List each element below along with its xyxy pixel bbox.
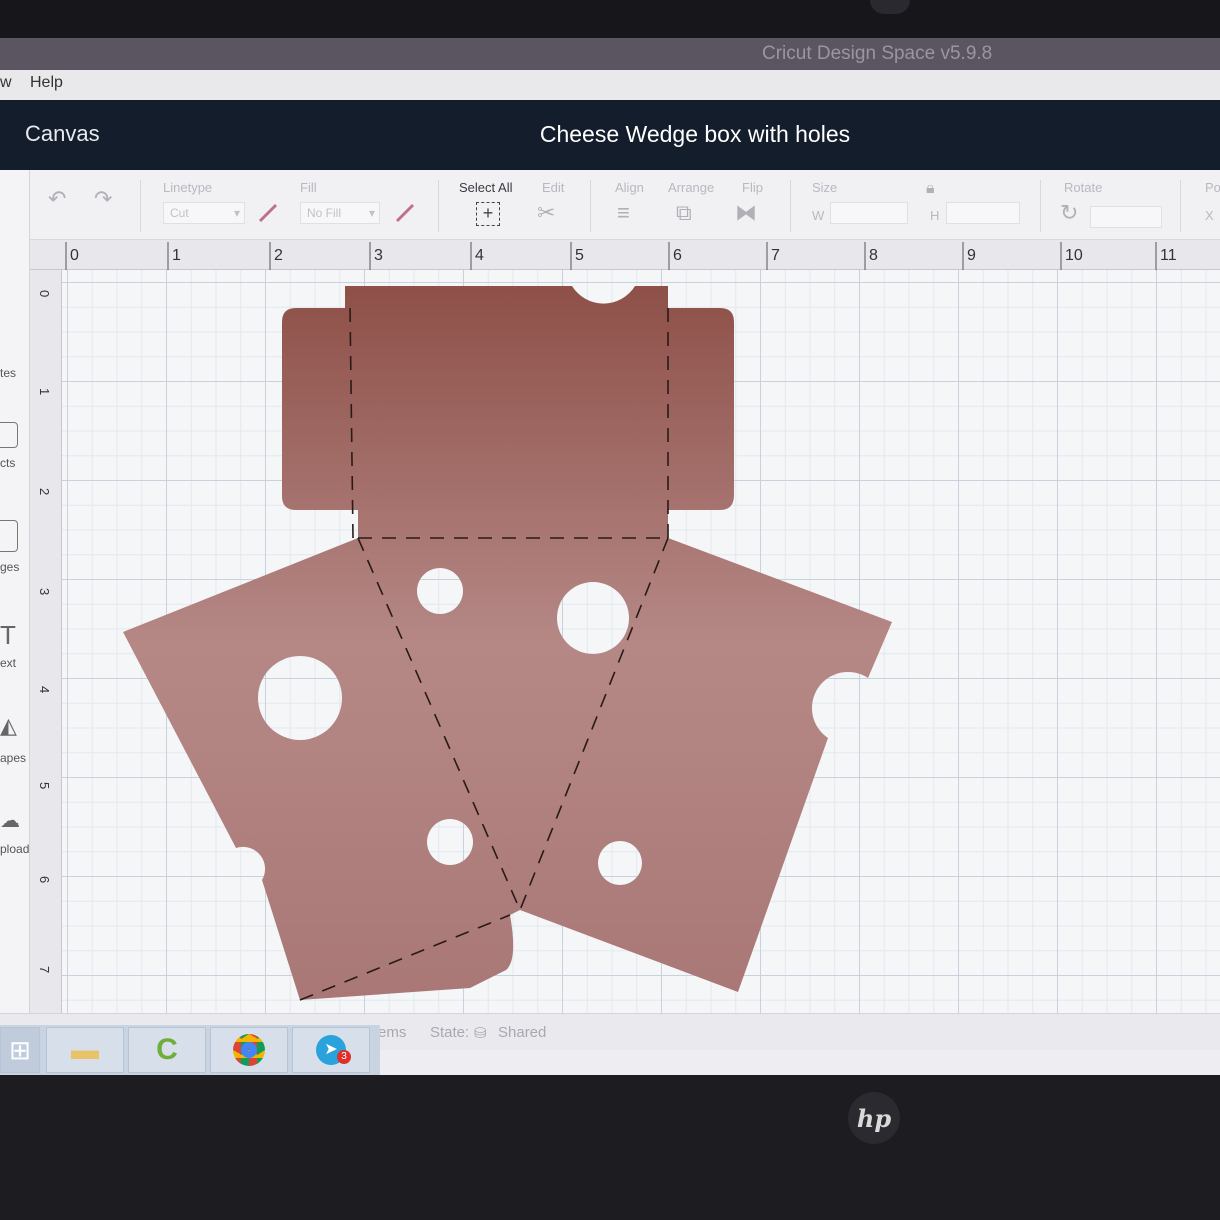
sidebar-item-label: tes (0, 366, 17, 380)
undo-icon[interactable]: ↶ (48, 188, 66, 210)
fill-value: No Fill (307, 206, 342, 220)
sidebar-item-label: pload (0, 842, 30, 856)
app-title: Cricut Design Space v5.9.8 (762, 43, 993, 64)
size-label: Size (812, 180, 838, 195)
rotate-label: Rotate (1064, 180, 1103, 195)
toolbar-divider (790, 180, 791, 232)
position-label: Po (1205, 180, 1220, 195)
project-title: Cheese Wedge box with holes (539, 121, 851, 147)
sidebar-item-label: ext (0, 656, 17, 670)
linetype-color-swatch[interactable] (257, 202, 279, 224)
width-input[interactable] (830, 202, 908, 224)
state-label: State: (430, 1024, 470, 1041)
hp-logo: hp (848, 1092, 900, 1144)
width-label: W (812, 208, 825, 223)
flip-icon[interactable]: ⧓ (735, 202, 757, 224)
state-value: Shared (498, 1024, 547, 1041)
fill-color-swatch[interactable] (394, 202, 416, 224)
redo-icon[interactable]: ↷ (94, 188, 112, 210)
rotate-input[interactable] (1090, 206, 1162, 228)
taskbar-telegram[interactable]: ➤ (292, 1027, 370, 1073)
monitor-bezel-top (0, 0, 1220, 38)
images-icon (0, 520, 18, 552)
menu-item-window[interactable]: w (0, 74, 12, 92)
taskbar-file-explorer[interactable]: ▬ (46, 1027, 124, 1073)
projects-icon (0, 422, 18, 448)
fill-label: Fill (300, 180, 317, 195)
rotate-icon[interactable]: ↻ (1060, 202, 1078, 224)
align-icon[interactable]: ≡ (617, 202, 630, 224)
height-label: H (930, 208, 940, 223)
start-button[interactable]: ⊞ (0, 1027, 40, 1073)
title-bar: Cricut Design Space v5.9.8 (0, 38, 1220, 70)
design-canvas[interactable] (62, 270, 1220, 1050)
menu-item-help[interactable]: Help (30, 74, 63, 92)
select-all-icon[interactable]: + (476, 202, 500, 226)
sidebar-item-text[interactable]: T ext (0, 580, 30, 670)
menu-bar: w Help (0, 70, 1220, 100)
design-panel-sidebar: tes cts ges T ext ◭ apes ☁ pload (0, 170, 30, 1050)
sidebar-item-label: cts (0, 456, 16, 470)
arrange-label: Arrange (668, 180, 715, 195)
cricut-icon: C (156, 1033, 178, 1066)
fill-select[interactable]: No Fill ▾ (300, 202, 380, 224)
align-label: Align (615, 180, 644, 195)
app-window: Cricut Design Space v5.9.8 w Help Canvas… (0, 38, 1220, 1075)
scissors-icon[interactable]: ✂ (537, 202, 555, 224)
toolbar-divider (590, 180, 591, 232)
monitor-bezel-bottom (0, 1075, 1220, 1220)
toolbar-divider (1040, 180, 1041, 232)
windows-icon: ⊞ (9, 1034, 31, 1065)
height-input[interactable] (946, 202, 1020, 224)
toolbar-divider (140, 180, 141, 232)
sidebar-item-upload[interactable]: ☁ pload (0, 770, 30, 860)
sidebar-item-shapes[interactable]: ◭ apes (0, 675, 30, 765)
chevron-down-icon: ▾ (368, 206, 375, 220)
sidebar-item-label: ges (0, 560, 20, 574)
chrome-icon (233, 1034, 265, 1066)
edit-label: Edit (542, 180, 565, 195)
upload-icon: ☁ (0, 810, 20, 832)
sidebar-item-images[interactable]: ges (0, 480, 30, 574)
shapes-icon: ◭ (0, 713, 17, 738)
linetype-select[interactable]: Cut ▾ (163, 202, 245, 224)
shared-icon: ⛁ (474, 1025, 487, 1042)
flip-label: Flip (742, 180, 763, 195)
lock-icon[interactable]: 🔒︎ (926, 178, 935, 200)
text-icon: T (0, 620, 16, 650)
sidebar-item-projects[interactable]: cts (0, 392, 30, 472)
x-label: X (1205, 208, 1214, 223)
notification-badge: 3 (337, 1050, 351, 1064)
edit-toolbar: ↶ ↷ Linetype Cut ▾ Fill No Fill ▾ Select… (30, 170, 1220, 240)
horizontal-ruler (30, 240, 1220, 270)
toolbar-divider (438, 180, 439, 232)
taskbar-cricut[interactable]: C (128, 1027, 206, 1073)
header-bar: Canvas Cheese Wedge box with holes (0, 100, 1220, 170)
linetype-label: Linetype (163, 180, 213, 195)
linetype-value: Cut (170, 206, 189, 220)
chevron-down-icon: ▾ (233, 206, 240, 220)
taskbar-chrome[interactable] (210, 1027, 288, 1073)
toolbar-divider (1180, 180, 1181, 232)
arrange-icon[interactable]: ⧉ (676, 202, 692, 224)
sidebar-item-label: apes (0, 751, 27, 765)
windows-taskbar: ⊞ ▬ C ➤ (0, 1025, 380, 1075)
sidebar-item-templates[interactable]: tes (0, 330, 30, 390)
vertical-ruler (30, 270, 62, 1050)
folder-icon: ▬ (71, 1034, 99, 1065)
select-all-label: Select All (459, 180, 513, 195)
